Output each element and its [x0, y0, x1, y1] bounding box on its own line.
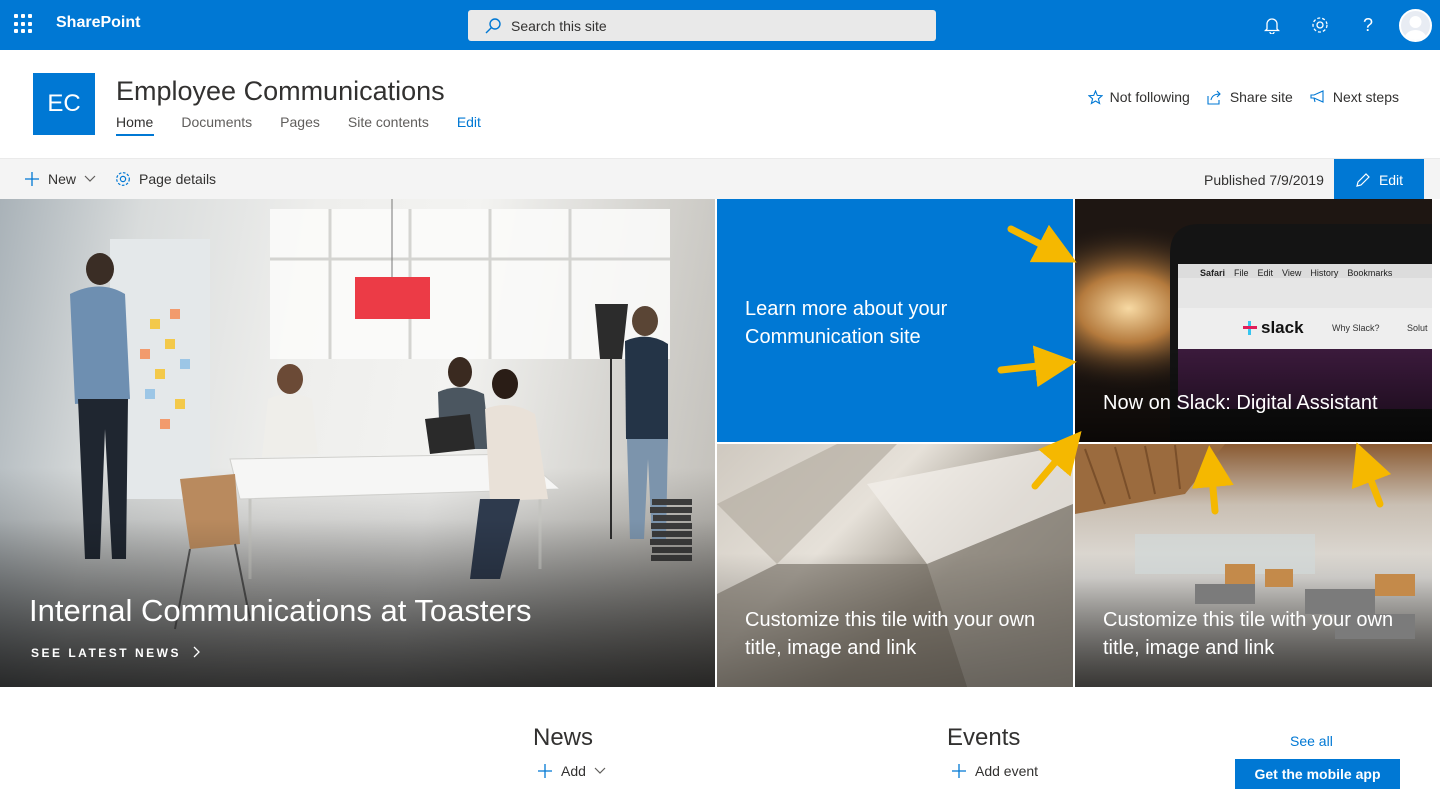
see-latest-news-link[interactable]: SEE LATEST NEWS — [31, 646, 201, 660]
site-logo[interactable]: EC — [33, 73, 95, 135]
hero-tile-customize-1[interactable]: Customize this tile with your own title,… — [717, 444, 1073, 687]
app-name[interactable]: SharePoint — [56, 14, 140, 32]
tile-arch1-text: Customize this tile with your own title,… — [745, 609, 1036, 659]
plus-icon — [538, 764, 552, 778]
tile-blue-text: Learn more about your Communication site — [745, 298, 948, 348]
share-icon — [1207, 90, 1221, 105]
help-icon[interactable]: ? — [1356, 13, 1380, 37]
suite-bar: SharePoint Search this site ? — [0, 0, 1440, 50]
news-title: News — [533, 724, 594, 751]
header-actions: Not following Share site Next steps — [1087, 89, 1399, 105]
hero-title[interactable]: Internal Communications at Toasters — [29, 593, 532, 629]
get-mobile-app-button[interactable]: Get the mobile app — [1235, 759, 1400, 789]
slack-logo: slack — [1243, 318, 1304, 338]
nav-edit-link[interactable]: Edit — [457, 114, 509, 140]
hero-tile-slack[interactable]: Safari File Edit View History Bookmarks … — [1075, 199, 1432, 442]
see-latest-news-label: SEE LATEST NEWS — [31, 646, 181, 660]
follow-label: Not following — [1109, 89, 1190, 105]
star-icon — [1087, 89, 1103, 105]
avatar[interactable] — [1399, 9, 1432, 42]
next-steps-button[interactable]: Next steps — [1310, 89, 1399, 105]
chevron-down-icon — [594, 767, 606, 774]
hero-tile-communication-site[interactable]: Learn more about your Communication site — [717, 199, 1073, 442]
plus-icon — [25, 172, 39, 186]
tile-arch2-text: Customize this tile with your own title,… — [1103, 609, 1394, 659]
search-placeholder: Search this site — [511, 18, 607, 34]
add-event-button[interactable]: Add event — [951, 763, 1038, 779]
share-site-button[interactable]: Share site — [1207, 89, 1293, 105]
plus-icon — [952, 764, 966, 778]
slack-nav-solutions: Solut — [1407, 323, 1428, 333]
site-title[interactable]: Employee Communications — [116, 76, 445, 107]
safari-menu: Safari File Edit View History Bookmarks — [1200, 268, 1392, 278]
add-event-label: Add event — [975, 763, 1039, 779]
bell-icon[interactable] — [1260, 13, 1284, 37]
slack-nav-why: Why Slack? — [1332, 323, 1380, 333]
nav-documents[interactable]: Documents — [181, 114, 280, 140]
see-all-link[interactable]: See all — [1290, 733, 1333, 749]
safari-menu-item: Edit — [1257, 268, 1274, 278]
nav-home[interactable]: Home — [116, 114, 181, 140]
nav-pages[interactable]: Pages — [280, 114, 348, 140]
safari-menu-item: File — [1234, 268, 1249, 278]
share-site-label: Share site — [1229, 89, 1293, 105]
site-nav: Home Documents Pages Site contents Edit — [116, 114, 509, 144]
news-add-button[interactable]: Add — [537, 763, 606, 779]
safari-menu-item: Bookmarks — [1347, 268, 1393, 278]
nav-site-contents[interactable]: Site contents — [348, 114, 457, 140]
command-bar: New Page details Published 7/9/2019 Edit — [0, 158, 1440, 200]
chevron-right-icon — [193, 646, 200, 658]
next-steps-label: Next steps — [1332, 89, 1399, 105]
page-details-label: Page details — [139, 171, 217, 187]
safari-menu-item: Safari — [1200, 268, 1226, 278]
new-button[interactable]: New — [24, 171, 96, 187]
edit-button[interactable]: Edit — [1334, 159, 1424, 200]
search-icon — [485, 18, 501, 34]
events-title: Events — [947, 724, 1021, 751]
hero-tile-customize-2[interactable]: Customize this tile with your own title,… — [1075, 444, 1432, 687]
megaphone-icon — [1310, 90, 1324, 103]
edit-label: Edit — [1378, 171, 1404, 188]
gear-icon — [116, 172, 130, 186]
chevron-down-icon — [84, 175, 96, 182]
new-label: New — [48, 171, 77, 187]
waffle-icon[interactable] — [14, 14, 34, 34]
safari-menu-item: History — [1310, 268, 1339, 278]
tile-slack-text: Now on Slack: Digital Assistant — [1103, 392, 1378, 414]
safari-menu-item: View — [1282, 268, 1302, 278]
news-add-label: Add — [561, 763, 586, 779]
search-input[interactable]: Search this site — [468, 10, 936, 41]
page-details-button[interactable]: Page details — [115, 171, 216, 187]
gear-icon[interactable] — [1308, 13, 1332, 37]
published-status: Published 7/9/2019 — [1204, 172, 1324, 188]
pencil-icon — [1356, 172, 1370, 187]
follow-button[interactable]: Not following — [1087, 89, 1190, 105]
slack-logo-icon — [1243, 321, 1257, 335]
slack-logo-text: slack — [1261, 318, 1304, 337]
